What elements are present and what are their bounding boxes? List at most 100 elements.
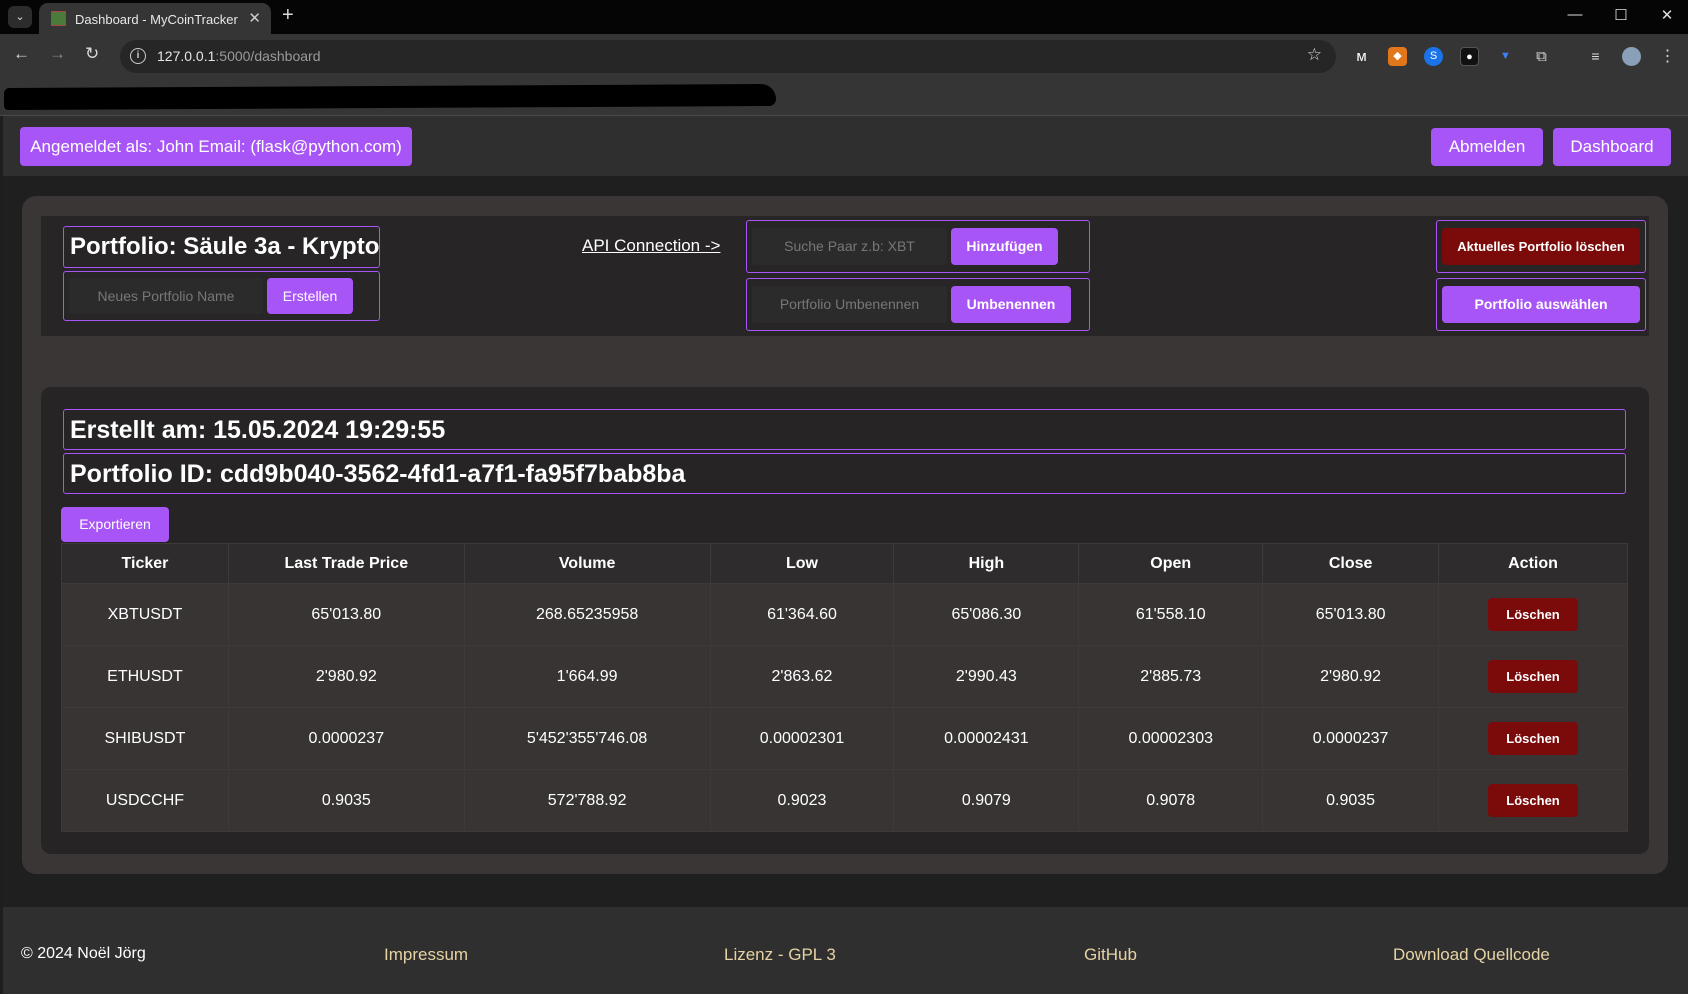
reload-icon[interactable]: ↻ bbox=[85, 44, 99, 64]
address-bar[interactable]: i 127.0.0.1:5000/dashboard ☆ bbox=[120, 40, 1336, 73]
metamask-fox-icon[interactable]: ◆ bbox=[1388, 47, 1407, 66]
high-cell: 2'990.43 bbox=[893, 645, 1080, 708]
media-queue-icon[interactable]: ≡ bbox=[1586, 47, 1605, 66]
delete-portfolio-box: Aktuelles Portfolio löschen bbox=[1436, 220, 1646, 273]
page: Angemeldet als: John Email: (flask@pytho… bbox=[3, 116, 1688, 994]
browser-toolbar: ← → ↻ i 127.0.0.1:5000/dashboard ☆ ᴍ ◆ S… bbox=[0, 34, 1688, 78]
table-row: XBTUSDT 65'013.80 268.65235958 61'364.60… bbox=[61, 583, 1628, 646]
extensions-puzzle-icon[interactable]: ⧉ bbox=[1532, 47, 1551, 66]
export-button[interactable]: Exportieren bbox=[61, 507, 169, 542]
bookmark-star-icon[interactable]: ☆ bbox=[1307, 45, 1322, 65]
ticker-cell: USDCCHF bbox=[61, 769, 229, 832]
action-cell: Löschen bbox=[1438, 707, 1628, 770]
extension-cat-icon[interactable]: ● bbox=[1460, 47, 1479, 66]
minimize-icon[interactable]: — bbox=[1560, 6, 1590, 23]
open-cell: 0.9078 bbox=[1078, 769, 1264, 832]
last-price-cell: 65'013.80 bbox=[227, 583, 465, 646]
extension-bird-icon[interactable]: ▼ bbox=[1496, 47, 1515, 66]
new-portfolio-name-input[interactable]: Neues Portfolio Name bbox=[69, 278, 263, 314]
logout-button[interactable]: Abmelden bbox=[1431, 128, 1543, 166]
new-tab-icon[interactable]: + bbox=[282, 4, 294, 27]
high-cell: 0.00002431 bbox=[893, 707, 1080, 770]
portfolio-controls: Portfolio: Säule 3a - Krypto Neues Portf… bbox=[41, 216, 1649, 336]
back-icon[interactable]: ← bbox=[13, 44, 30, 64]
tab-search-chevron-icon[interactable]: ⌄ bbox=[8, 6, 32, 28]
last-price-cell: 0.0000237 bbox=[227, 707, 465, 770]
column-header: Volume bbox=[463, 543, 711, 584]
portfolio-title-box: Portfolio: Säule 3a - Krypto bbox=[63, 226, 380, 268]
add-pair-button[interactable]: Hinzufügen bbox=[951, 228, 1058, 265]
volume-cell: 1'664.99 bbox=[463, 645, 711, 708]
close-cell: 2'980.92 bbox=[1262, 645, 1440, 708]
delete-portfolio-button[interactable]: Aktuelles Portfolio löschen bbox=[1442, 228, 1640, 265]
portfolio-details: Erstellt am: 15.05.2024 19:29:55 Portfol… bbox=[41, 387, 1649, 854]
redacted-area bbox=[3, 83, 777, 111]
created-date-box: Erstellt am: 15.05.2024 19:29:55 bbox=[63, 409, 1626, 450]
last-price-cell: 2'980.92 bbox=[227, 645, 465, 708]
profile-avatar[interactable] bbox=[1622, 47, 1641, 66]
column-header: Open bbox=[1078, 543, 1264, 584]
tab-close-icon[interactable]: ✕ bbox=[248, 9, 261, 27]
delete-row-button[interactable]: Löschen bbox=[1488, 784, 1579, 817]
select-portfolio-button[interactable]: Portfolio auswählen bbox=[1442, 286, 1640, 323]
low-cell: 61'364.60 bbox=[709, 583, 895, 646]
favicon-icon bbox=[51, 11, 66, 26]
table-row: USDCCHF 0.9035 572'788.92 0.9023 0.9079 … bbox=[61, 769, 1628, 832]
table-row: SHIBUSDT 0.0000237 5'452'355'746.08 0.00… bbox=[61, 707, 1628, 770]
maximize-icon[interactable]: ☐ bbox=[1606, 6, 1636, 24]
create-portfolio-button[interactable]: Erstellen bbox=[267, 278, 353, 314]
license-link[interactable]: Lizenz - GPL 3 bbox=[724, 945, 836, 965]
tab-title: Dashboard - MyCoinTracker bbox=[75, 12, 238, 27]
delete-row-button[interactable]: Löschen bbox=[1488, 722, 1579, 755]
high-cell: 0.9079 bbox=[893, 769, 1080, 832]
api-connection-link[interactable]: API Connection -> bbox=[582, 236, 720, 256]
forward-icon[interactable]: → bbox=[49, 44, 66, 64]
low-cell: 2'863.62 bbox=[709, 645, 895, 708]
ticker-table: Ticker Last Trade Price Volume Low High … bbox=[61, 543, 1628, 832]
close-cell: 65'013.80 bbox=[1262, 583, 1440, 646]
impressum-link[interactable]: Impressum bbox=[384, 945, 468, 965]
close-cell: 0.0000237 bbox=[1262, 707, 1440, 770]
add-pair-form: Suche Paar z.b: XBT Hinzufügen bbox=[746, 220, 1090, 273]
high-cell: 65'086.30 bbox=[893, 583, 1080, 646]
volume-cell: 5'452'355'746.08 bbox=[463, 707, 711, 770]
volume-cell: 268.65235958 bbox=[463, 583, 711, 646]
portfolio-title: Portfolio: Säule 3a - Krypto bbox=[70, 233, 380, 260]
open-cell: 0.00002303 bbox=[1078, 707, 1264, 770]
extension-m-icon[interactable]: ᴍ bbox=[1352, 47, 1371, 66]
pair-search-input[interactable]: Suche Paar z.b: XBT bbox=[752, 228, 947, 265]
github-link[interactable]: GitHub bbox=[1084, 945, 1137, 965]
browser-tab-strip: ⌄ Dashboard - MyCoinTracker ✕ + — ☐ ✕ bbox=[0, 0, 1688, 34]
ticker-cell: SHIBUSDT bbox=[61, 707, 229, 770]
table-row: ETHUSDT 2'980.92 1'664.99 2'863.62 2'990… bbox=[61, 645, 1628, 708]
new-portfolio-form: Neues Portfolio Name Erstellen bbox=[63, 271, 380, 321]
open-cell: 61'558.10 bbox=[1078, 583, 1264, 646]
dashboard-button[interactable]: Dashboard bbox=[1553, 128, 1671, 166]
bookmarks-bar bbox=[0, 78, 1688, 116]
app-header: Angemeldet als: John Email: (flask@pytho… bbox=[3, 116, 1688, 176]
column-header: Action bbox=[1438, 543, 1628, 584]
rename-portfolio-button[interactable]: Umbenennen bbox=[951, 286, 1071, 323]
delete-row-button[interactable]: Löschen bbox=[1488, 660, 1579, 693]
close-cell: 0.9035 bbox=[1262, 769, 1440, 832]
ticker-cell: XBTUSDT bbox=[61, 583, 229, 646]
column-header: Last Trade Price bbox=[227, 543, 465, 584]
action-cell: Löschen bbox=[1438, 645, 1628, 708]
shazam-icon[interactable]: S bbox=[1424, 47, 1443, 66]
window-close-icon[interactable]: ✕ bbox=[1652, 6, 1682, 24]
ticker-cell: ETHUSDT bbox=[61, 645, 229, 708]
rename-portfolio-input[interactable]: Portfolio Umbenennen bbox=[752, 286, 947, 323]
table-header-row: Ticker Last Trade Price Volume Low High … bbox=[61, 543, 1628, 584]
site-info-icon[interactable]: i bbox=[130, 48, 146, 64]
download-source-link[interactable]: Download Quellcode bbox=[1393, 945, 1550, 965]
browser-tab[interactable]: Dashboard - MyCoinTracker ✕ bbox=[39, 3, 271, 34]
delete-row-button[interactable]: Löschen bbox=[1488, 598, 1579, 631]
portfolio-id-box: Portfolio ID: cdd9b040-3562-4fd1-a7f1-fa… bbox=[63, 453, 1626, 494]
created-date: Erstellt am: 15.05.2024 19:29:55 bbox=[70, 416, 446, 444]
volume-cell: 572'788.92 bbox=[463, 769, 711, 832]
footer: © 2024 Noël Jörg Impressum Lizenz - GPL … bbox=[3, 907, 1688, 994]
url-text: 127.0.0.1:5000/dashboard bbox=[157, 48, 321, 64]
select-portfolio-box: Portfolio auswählen bbox=[1436, 278, 1646, 331]
copyright-text: © 2024 Noël Jörg bbox=[21, 945, 146, 962]
browser-menu-icon[interactable]: ⋮ bbox=[1658, 47, 1677, 66]
